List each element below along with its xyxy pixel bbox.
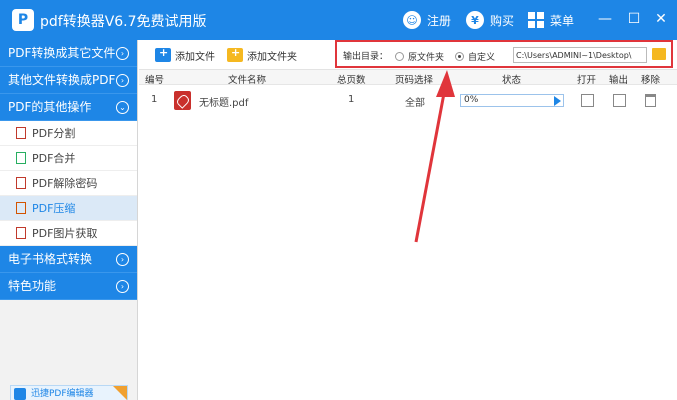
trash-icon[interactable] bbox=[645, 94, 656, 107]
pdf-editor-icon bbox=[14, 388, 26, 400]
title-bar: P pdf转换器V6.7免费试用版 ☺ 注册 ¥ 购买 菜单 — ☐ ✕ bbox=[0, 0, 677, 40]
app-logo-icon: P bbox=[12, 9, 34, 31]
sidebar-item-label: PDF压缩 bbox=[32, 202, 76, 215]
sidebar-group-label: 特色功能 bbox=[8, 279, 57, 293]
grid-menu-icon bbox=[528, 12, 544, 28]
add-file-icon bbox=[155, 46, 171, 62]
yen-icon: ¥ bbox=[466, 11, 484, 29]
maximize-button[interactable]: ☐ bbox=[625, 10, 643, 28]
header-export: 输出 bbox=[609, 75, 629, 86]
radio-indicator-selected bbox=[455, 52, 464, 61]
sidebar-group-other-to-pdf[interactable]: 其他文件转换成PDF › bbox=[0, 67, 137, 94]
register-button[interactable]: ☺ 注册 bbox=[403, 10, 451, 30]
pdf-file-icon bbox=[16, 177, 26, 189]
header-index: 编号 bbox=[145, 75, 165, 86]
promo-banner[interactable]: 迅捷PDF编辑器 bbox=[10, 385, 128, 400]
sidebar-group-label: 其他文件转换成PDF bbox=[8, 73, 116, 87]
minimize-button[interactable]: — bbox=[596, 10, 614, 28]
sidebar-item-pdf-compress[interactable]: PDF压缩 bbox=[0, 196, 137, 221]
chevron-right-icon: › bbox=[116, 280, 129, 293]
row-pages: 1 bbox=[348, 94, 355, 105]
menu-label: 菜单 bbox=[550, 13, 575, 28]
row-filename: 无标题.pdf bbox=[199, 98, 249, 109]
sidebar-item-label: PDF合并 bbox=[32, 152, 76, 165]
buy-label: 购买 bbox=[490, 13, 515, 28]
pdf-file-icon bbox=[16, 127, 26, 139]
chevron-right-icon: › bbox=[116, 47, 129, 60]
header-status: 状态 bbox=[502, 75, 522, 86]
header-remove: 移除 bbox=[641, 75, 661, 86]
chevron-right-icon: › bbox=[116, 253, 129, 266]
pdf-file-icon bbox=[16, 227, 26, 239]
chevron-right-icon: › bbox=[116, 74, 129, 87]
radio-label: 自定义 bbox=[468, 53, 496, 63]
row-page-select[interactable]: 全部 bbox=[405, 94, 425, 109]
app-title: pdf转换器V6.7免费试用版 bbox=[40, 14, 207, 30]
row-index: 1 bbox=[151, 94, 158, 105]
sidebar-group-pdf-other-ops[interactable]: PDF的其他操作 ⌄ bbox=[0, 94, 137, 121]
pdf-file-icon bbox=[174, 91, 191, 110]
sidebar: PDF转换成其它文件 › 其他文件转换成PDF › PDF的其他操作 ⌄ PDF… bbox=[0, 40, 138, 400]
sidebar-group-label: PDF转换成其它文件 bbox=[8, 46, 116, 60]
open-file-icon[interactable] bbox=[581, 94, 594, 107]
close-button[interactable]: ✕ bbox=[652, 10, 670, 28]
sidebar-item-pdf-split[interactable]: PDF分割 bbox=[0, 121, 137, 146]
radio-custom-folder[interactable]: 自定义 bbox=[455, 50, 495, 63]
radio-indicator bbox=[395, 52, 404, 61]
sidebar-item-label: PDF解除密码 bbox=[32, 177, 98, 190]
header-filename: 文件名称 bbox=[228, 75, 267, 86]
add-folder-button[interactable]: 添加文件夹 bbox=[227, 46, 297, 63]
file-table-header: 编号 文件名称 总页数 页码选择 状态 打开 输出 移除 bbox=[139, 70, 677, 86]
register-label: 注册 bbox=[427, 13, 452, 28]
chevron-down-icon: ⌄ bbox=[116, 101, 129, 114]
add-folder-icon bbox=[227, 46, 243, 62]
add-file-button[interactable]: 添加文件 bbox=[155, 46, 215, 63]
output-directory-panel: 输出目录： 原文件夹 自定义 bbox=[335, 40, 673, 68]
add-folder-label: 添加文件夹 bbox=[247, 51, 297, 63]
sidebar-item-pdf-image-extract[interactable]: PDF图片获取 bbox=[0, 221, 137, 246]
toolbar: 添加文件 添加文件夹 输出目录： 原文件夹 自定义 bbox=[139, 40, 677, 70]
start-convert-icon[interactable] bbox=[554, 96, 561, 106]
sidebar-group-pdf-to-other[interactable]: PDF转换成其它文件 › bbox=[0, 40, 137, 67]
browse-folder-icon[interactable] bbox=[652, 48, 666, 60]
sidebar-item-pdf-merge[interactable]: PDF合并 bbox=[0, 146, 137, 171]
buy-button[interactable]: ¥ 购买 bbox=[466, 10, 514, 30]
sidebar-group-special-features[interactable]: 特色功能 › bbox=[0, 273, 137, 300]
header-pages: 总页数 bbox=[337, 75, 366, 86]
sidebar-group-label: PDF的其他操作 bbox=[8, 100, 92, 114]
radio-label: 原文件夹 bbox=[408, 53, 445, 63]
menu-button[interactable]: 菜单 bbox=[528, 10, 574, 30]
promo-corner-badge bbox=[113, 386, 127, 400]
pdf-file-icon bbox=[16, 152, 26, 164]
table-row[interactable]: 1 无标题.pdf 1 全部 0% bbox=[139, 86, 677, 116]
row-progress-text: 0% bbox=[464, 95, 479, 105]
header-open: 打开 bbox=[577, 75, 597, 86]
sidebar-item-label: PDF图片获取 bbox=[32, 227, 98, 240]
row-progress-bar: 0% bbox=[460, 94, 564, 107]
output-path-field[interactable] bbox=[513, 47, 647, 63]
sidebar-group-label: 电子书格式转换 bbox=[8, 252, 93, 266]
add-file-label: 添加文件 bbox=[175, 51, 215, 63]
sidebar-item-label: PDF分割 bbox=[32, 127, 76, 140]
sidebar-group-ebook-convert[interactable]: 电子书格式转换 › bbox=[0, 246, 137, 273]
radio-original-folder[interactable]: 原文件夹 bbox=[395, 50, 444, 63]
user-icon: ☺ bbox=[403, 11, 421, 29]
pdf-file-icon bbox=[16, 202, 26, 214]
sidebar-item-pdf-unlock[interactable]: PDF解除密码 bbox=[0, 171, 137, 196]
output-directory-label: 输出目录： bbox=[343, 52, 389, 62]
header-page-select: 页码选择 bbox=[395, 75, 434, 86]
export-file-icon[interactable] bbox=[613, 94, 626, 107]
promo-text: 迅捷PDF编辑器 bbox=[31, 389, 94, 399]
